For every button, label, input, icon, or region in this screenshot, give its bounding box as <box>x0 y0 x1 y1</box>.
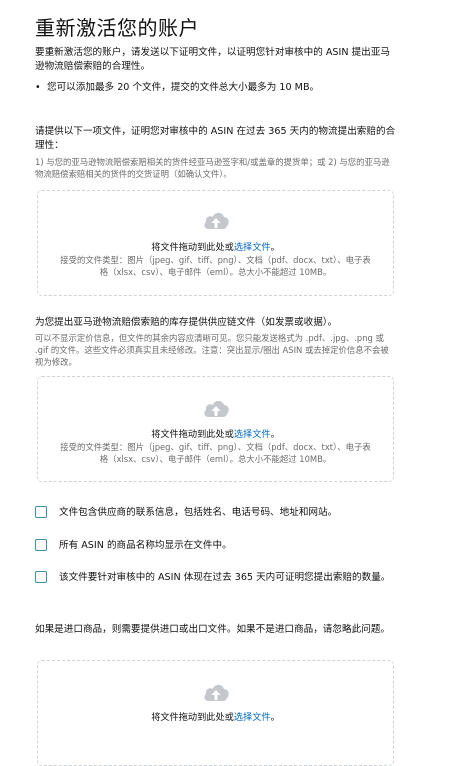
dropzone-accepted-types: 接受的文件类型：图片（jpeg、gif、tiff、png）、文档（pdf、doc… <box>60 442 371 464</box>
file-dropzone-1[interactable]: 将文件拖动到此处或选择文件。 接受的文件类型：图片（jpeg、gif、tiff、… <box>37 190 394 296</box>
section1-heading: 请提供以下一项文件，证明您对审核中的 ASIN 在过去 365 天内的物流提出索… <box>35 126 396 151</box>
dropzone-instruction: 将文件拖动到此处或选择文件。 <box>38 709 393 723</box>
claim-quantity-checkbox[interactable] <box>35 571 47 583</box>
select-file-link[interactable]: 选择文件 <box>234 429 271 440</box>
checkbox-label: 文件包含供应商的联系信息，包括姓名、电话号码、地址和网站。 <box>59 507 338 518</box>
intro-text: 要重新激活您的账户，请发送以下证明文件，以证明您针对审核中的 ASIN 提出亚马… <box>35 47 390 72</box>
checkbox-label: 该文件要针对审核中的 ASIN 体现在过去 365 天内可证明您提出索赔的数量。 <box>59 572 391 583</box>
file-dropzone-2[interactable]: 将文件拖动到此处或选择文件。 接受的文件类型：图片（jpeg、gif、tiff、… <box>37 376 394 482</box>
section2-heading: 为您提出亚马逊物流赔偿索赔的库存提供供应链文件（如发票或收据）。 <box>35 317 338 328</box>
section1-note: 1) 与您的亚马逊物流赔偿索赔相关的货件经亚马逊签字和/或盖章的提货单；或 2)… <box>35 157 390 179</box>
dropzone-instruction-end: 。 <box>270 429 280 440</box>
file-dropzone-3[interactable]: 将文件拖动到此处或选择文件。 <box>37 660 394 766</box>
dropzone-instruction-text: 将文件拖动到此处或 <box>151 712 234 723</box>
supplier-contact-checkbox[interactable] <box>35 506 47 518</box>
asin-names-checkbox[interactable] <box>35 539 47 551</box>
page-title: 重新激活您的账户 <box>35 16 199 40</box>
dropzone-instruction-text: 将文件拖动到此处或 <box>151 242 234 253</box>
select-file-link[interactable]: 选择文件 <box>234 242 271 253</box>
dropzone-instruction-text: 将文件拖动到此处或 <box>151 429 234 440</box>
cloud-upload-icon <box>203 212 229 229</box>
cloud-upload-icon <box>203 400 229 417</box>
intro-bullet: • 您可以添加最多 20 个文件，提交的文件总大小最多为 10 MB。 <box>35 81 397 95</box>
checkbox-label: 所有 ASIN 的商品名称均显示在文件中。 <box>59 540 232 551</box>
dropzone-instruction: 将文件拖动到此处或选择文件。 <box>38 426 393 440</box>
section3-heading: 如果是进口商品，则需要提供进口或出口文件。如果不是进口商品，请忽略此问题。 <box>35 624 390 635</box>
select-file-link[interactable]: 选择文件 <box>234 712 271 723</box>
bullet-dot: • <box>35 82 41 93</box>
dropzone-accepted-types: 接受的文件类型：图片（jpeg、gif、tiff、png）、文档（pdf、doc… <box>60 255 371 277</box>
section2-note: 可以不显示定价信息，但文件的其余内容应清晰可见。您只能发送格式为 .pdf、.j… <box>35 333 389 367</box>
dropzone-instruction: 将文件拖动到此处或选择文件。 <box>38 239 393 253</box>
intro-bullet-text: 您可以添加最多 20 个文件，提交的文件总大小最多为 10 MB。 <box>47 82 320 93</box>
dropzone-instruction-end: 。 <box>270 712 280 723</box>
dropzone-instruction-end: 。 <box>270 242 280 253</box>
cloud-upload-icon <box>203 684 229 701</box>
